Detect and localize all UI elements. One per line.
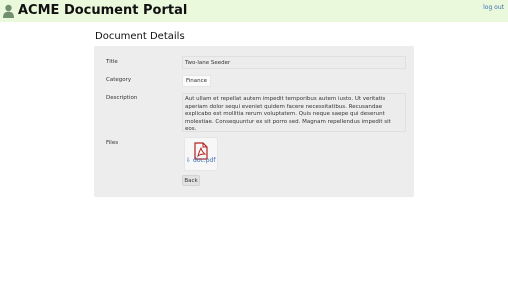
file-download-link[interactable]: ⇩ doc.pdf [186, 157, 215, 164]
page-title: Document Details [95, 31, 185, 42]
user-icon [3, 4, 14, 18]
file-name: doc.pdf [193, 157, 216, 164]
description-value: Aut ullam et repellat autem impedit temp… [182, 93, 406, 132]
category-value: Finance [182, 75, 212, 87]
header-bar: ACME Document Portal log out [0, 0, 508, 22]
category-label: Category [106, 77, 132, 83]
download-icon: ⇩ [186, 157, 192, 164]
back-button[interactable]: Back [182, 175, 200, 186]
description-label: Description [106, 95, 138, 101]
file-card[interactable] [184, 137, 218, 171]
app-title: ACME Document Portal [18, 3, 188, 18]
document-details-panel: Title Two-lane Seeder Category Finance D… [94, 46, 414, 197]
files-label: Files [106, 140, 119, 146]
title-value: Two-lane Seeder [182, 56, 406, 69]
title-label: Title [106, 59, 118, 65]
logout-link[interactable]: log out [483, 4, 504, 11]
